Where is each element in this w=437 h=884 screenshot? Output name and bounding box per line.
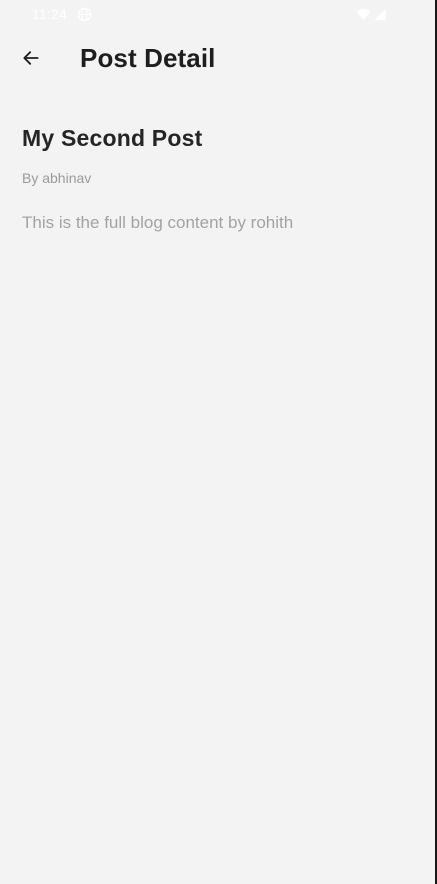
arrow-left-icon [23,51,39,65]
signal-icon [374,8,386,21]
status-time: 11:24 [32,6,67,22]
post-title: My Second Post [22,125,203,151]
status-bar: 11:24 [0,0,435,30]
post-content: This is the full blog content by rohith [22,213,294,232]
wifi-icon [356,8,371,21]
app-bar: Post Detail [0,30,435,88]
post-author: By abhinav [22,170,92,186]
screen: 11:24 Post Detail My Second Post By abhi… [0,0,435,884]
back-button[interactable] [14,41,48,75]
globe-icon [77,7,92,22]
page-title: Post Detail [80,43,216,73]
